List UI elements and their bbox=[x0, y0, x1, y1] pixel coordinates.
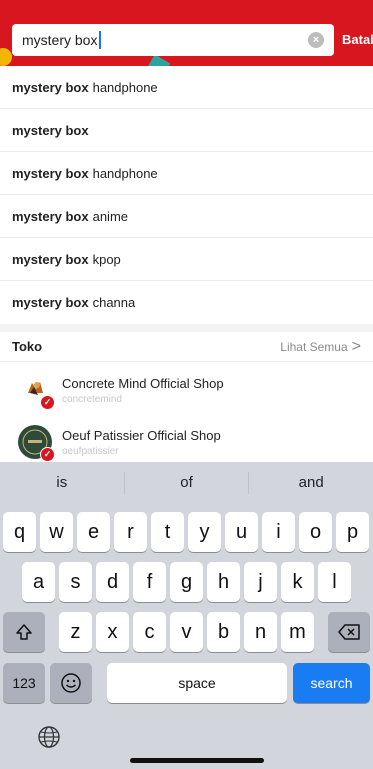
search-input[interactable]: mystery box × bbox=[12, 24, 334, 56]
suggestion-item[interactable]: mystery box handphone bbox=[0, 66, 373, 109]
globe-key[interactable] bbox=[36, 724, 62, 750]
suggestion-match: mystery box bbox=[12, 79, 89, 95]
suggestion-item[interactable]: mystery box handphone bbox=[0, 152, 373, 195]
key-a[interactable]: a bbox=[22, 562, 55, 602]
predictive-text-bar: is of and bbox=[0, 462, 373, 504]
key-t[interactable]: t bbox=[151, 512, 184, 552]
search-header: mystery box × Batal bbox=[0, 0, 373, 66]
cancel-button[interactable]: Batal bbox=[342, 32, 373, 47]
prediction-suggestion[interactable]: and bbox=[249, 462, 373, 504]
store-item[interactable]: ✓ Concrete Mind Official Shop concretemi… bbox=[0, 364, 373, 416]
store-section-title: Toko bbox=[12, 339, 43, 354]
key-b[interactable]: b bbox=[207, 612, 240, 652]
key-g[interactable]: g bbox=[170, 562, 203, 602]
store-name: Concrete Mind Official Shop bbox=[62, 375, 224, 391]
store-info: Oeuf Patissier Official Shop oeufpatissi… bbox=[62, 428, 221, 457]
store-handle: concretemind bbox=[62, 393, 123, 405]
chevron-right-icon: > bbox=[351, 337, 361, 355]
suggestion-rest: handphone bbox=[92, 165, 158, 181]
key-y[interactable]: y bbox=[188, 512, 221, 552]
numbers-key[interactable]: 123 bbox=[3, 663, 45, 703]
key-z[interactable]: z bbox=[59, 612, 92, 652]
emoji-key[interactable] bbox=[50, 663, 92, 703]
key-d[interactable]: d bbox=[96, 562, 129, 602]
backspace-icon bbox=[338, 624, 360, 640]
suggestion-rest: anime bbox=[92, 208, 129, 224]
key-s[interactable]: s bbox=[59, 562, 92, 602]
key-l[interactable]: l bbox=[318, 562, 351, 602]
emoji-icon bbox=[61, 673, 81, 693]
on-screen-keyboard: is of and q w e r t y u i o p a s d f g … bbox=[0, 462, 373, 769]
suggestion-rest: handphone bbox=[92, 79, 158, 95]
suggestion-list: mystery box handphone mystery box myster… bbox=[0, 66, 373, 324]
see-all-label: Lihat Semua bbox=[280, 339, 348, 354]
store-section-header: Toko Lihat Semua > bbox=[0, 332, 373, 362]
key-o[interactable]: o bbox=[299, 512, 332, 552]
suggestion-item[interactable]: mystery box kpop bbox=[0, 238, 373, 281]
suggestion-match: mystery box bbox=[12, 251, 89, 267]
key-n[interactable]: n bbox=[244, 612, 277, 652]
clear-circle-icon[interactable]: × bbox=[308, 32, 324, 48]
section-divider bbox=[0, 324, 373, 332]
official-store-badge-icon: ✓ bbox=[40, 395, 55, 410]
suggestion-match: mystery box bbox=[12, 295, 89, 310]
suggestion-item[interactable]: mystery box bbox=[0, 109, 373, 152]
key-x[interactable]: x bbox=[96, 612, 129, 652]
key-e[interactable]: e bbox=[77, 512, 110, 552]
suggestion-rest: kpop bbox=[92, 251, 121, 267]
prediction-suggestion[interactable]: is bbox=[0, 462, 124, 504]
key-h[interactable]: h bbox=[207, 562, 240, 602]
home-indicator bbox=[130, 758, 264, 763]
space-key[interactable]: space bbox=[107, 663, 287, 703]
search-input-text: mystery box bbox=[22, 32, 98, 48]
header-decoration bbox=[147, 54, 171, 66]
header-decoration bbox=[0, 48, 12, 66]
key-r[interactable]: r bbox=[114, 512, 147, 552]
shift-key[interactable] bbox=[3, 612, 45, 652]
search-key[interactable]: search bbox=[293, 663, 370, 703]
suggestion-rest: channa bbox=[92, 295, 136, 310]
avatar: ✓ bbox=[18, 425, 55, 462]
key-w[interactable]: w bbox=[40, 512, 73, 552]
key-j[interactable]: j bbox=[244, 562, 277, 602]
store-name: Oeuf Patissier Official Shop bbox=[62, 427, 221, 443]
delete-key[interactable] bbox=[328, 612, 370, 652]
avatar: ✓ bbox=[18, 373, 55, 410]
suggestion-match: mystery box bbox=[12, 122, 89, 138]
key-f[interactable]: f bbox=[133, 562, 166, 602]
key-c[interactable]: c bbox=[133, 612, 166, 652]
suggestion-match: mystery box bbox=[12, 165, 89, 181]
official-store-badge-icon: ✓ bbox=[40, 447, 55, 462]
see-all-link[interactable]: Lihat Semua > bbox=[280, 338, 361, 356]
key-i[interactable]: i bbox=[262, 512, 295, 552]
key-m[interactable]: m bbox=[281, 612, 314, 652]
text-caret bbox=[99, 31, 102, 49]
shift-icon bbox=[16, 624, 32, 640]
store-info: Concrete Mind Official Shop concretemind bbox=[62, 376, 224, 405]
key-k[interactable]: k bbox=[281, 562, 314, 602]
key-u[interactable]: u bbox=[225, 512, 258, 552]
store-handle: oeufpatissier bbox=[62, 445, 119, 457]
key-v[interactable]: v bbox=[170, 612, 203, 652]
suggestion-item[interactable]: mystery box channa bbox=[0, 281, 373, 324]
prediction-suggestion[interactable]: of bbox=[125, 462, 249, 504]
suggestion-match: mystery box bbox=[12, 208, 89, 224]
key-q[interactable]: q bbox=[3, 512, 36, 552]
suggestion-item[interactable]: mystery box anime bbox=[0, 195, 373, 238]
key-p[interactable]: p bbox=[336, 512, 369, 552]
globe-icon bbox=[38, 726, 60, 748]
store-item[interactable]: ✓ Oeuf Patissier Official Shop oeufpatis… bbox=[0, 416, 373, 468]
